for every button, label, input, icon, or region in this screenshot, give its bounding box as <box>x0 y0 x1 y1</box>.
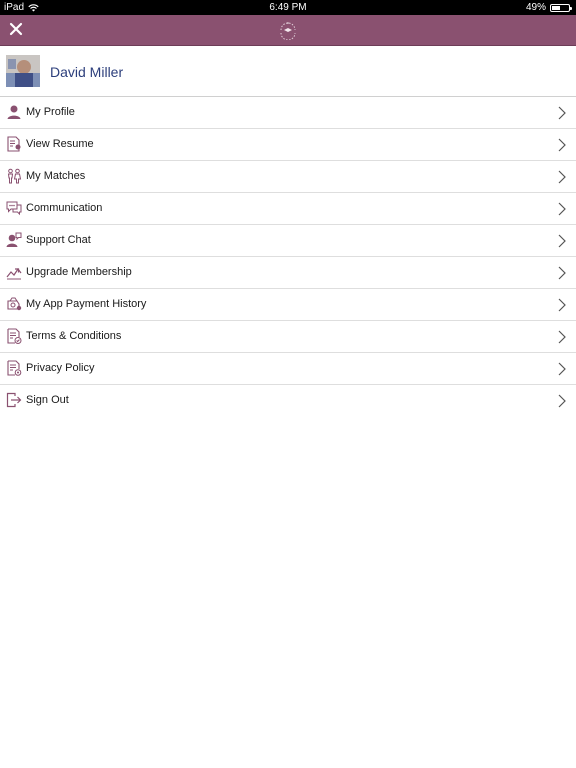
menu-label: Terms & Conditions <box>26 330 122 342</box>
matches-icon <box>7 168 22 184</box>
menu-label: Upgrade Membership <box>26 266 132 278</box>
chevron-right-icon <box>558 106 566 120</box>
close-icon[interactable] <box>8 21 24 37</box>
menu-item-sign-out[interactable]: Sign Out <box>0 385 576 416</box>
chevron-right-icon <box>558 266 566 280</box>
battery-icon <box>550 3 572 12</box>
chevron-right-icon <box>558 330 566 344</box>
resume-icon <box>7 136 21 152</box>
chevron-right-icon <box>558 138 566 152</box>
menu-item-view-resume[interactable]: View Resume <box>0 129 576 161</box>
profile-name[interactable]: David Miller <box>50 64 123 80</box>
terms-icon <box>7 328 22 344</box>
upgrade-icon <box>6 267 22 280</box>
chevron-right-icon <box>558 170 566 184</box>
chevron-right-icon <box>558 394 566 408</box>
menu-item-communication[interactable]: Communication <box>0 193 576 225</box>
avatar[interactable] <box>6 55 40 87</box>
chevron-right-icon <box>558 298 566 312</box>
menu-item-my-matches[interactable]: My Matches <box>0 161 576 193</box>
nav-bar <box>0 15 576 46</box>
chevron-right-icon <box>558 362 566 376</box>
menu-item-my-profile[interactable]: My Profile <box>0 97 576 129</box>
brand-logo-icon <box>280 22 296 40</box>
menu-item-terms-conditions[interactable]: Terms & Conditions <box>0 321 576 353</box>
status-bar: iPad 6:49 PM 49% <box>0 0 576 15</box>
menu-label: Sign Out <box>26 394 69 406</box>
menu-label: View Resume <box>26 138 94 150</box>
menu-label: My Matches <box>26 170 86 182</box>
menu-list: My Profile View Resume My Matches Commun… <box>0 97 576 416</box>
support-chat-icon <box>6 232 22 247</box>
menu-label: Support Chat <box>26 234 91 246</box>
menu-item-upgrade-membership[interactable]: Upgrade Membership <box>0 257 576 289</box>
menu-label: Privacy Policy <box>26 362 95 374</box>
chevron-right-icon <box>558 202 566 216</box>
chevron-right-icon <box>558 234 566 248</box>
profile-header[interactable]: David Miller <box>0 46 576 97</box>
menu-item-support-chat[interactable]: Support Chat <box>0 225 576 257</box>
avatar-image <box>6 55 40 87</box>
status-right: 49% <box>525 0 572 15</box>
chat-bubbles-icon <box>6 201 22 216</box>
menu-item-privacy-policy[interactable]: Privacy Policy <box>0 353 576 385</box>
menu-label: My Profile <box>26 106 75 118</box>
menu-item-payment-history[interactable]: My App Payment History <box>0 289 576 321</box>
battery-fill <box>552 5 560 10</box>
menu-label: My App Payment History <box>26 298 147 310</box>
sign-out-icon <box>6 392 22 408</box>
payment-history-icon <box>7 297 22 311</box>
privacy-icon <box>7 360 22 376</box>
menu-label: Communication <box>26 202 103 214</box>
battery-percent: 49% <box>525 2 546 13</box>
status-time: 6:49 PM <box>269 2 307 13</box>
user-icon <box>7 105 21 119</box>
